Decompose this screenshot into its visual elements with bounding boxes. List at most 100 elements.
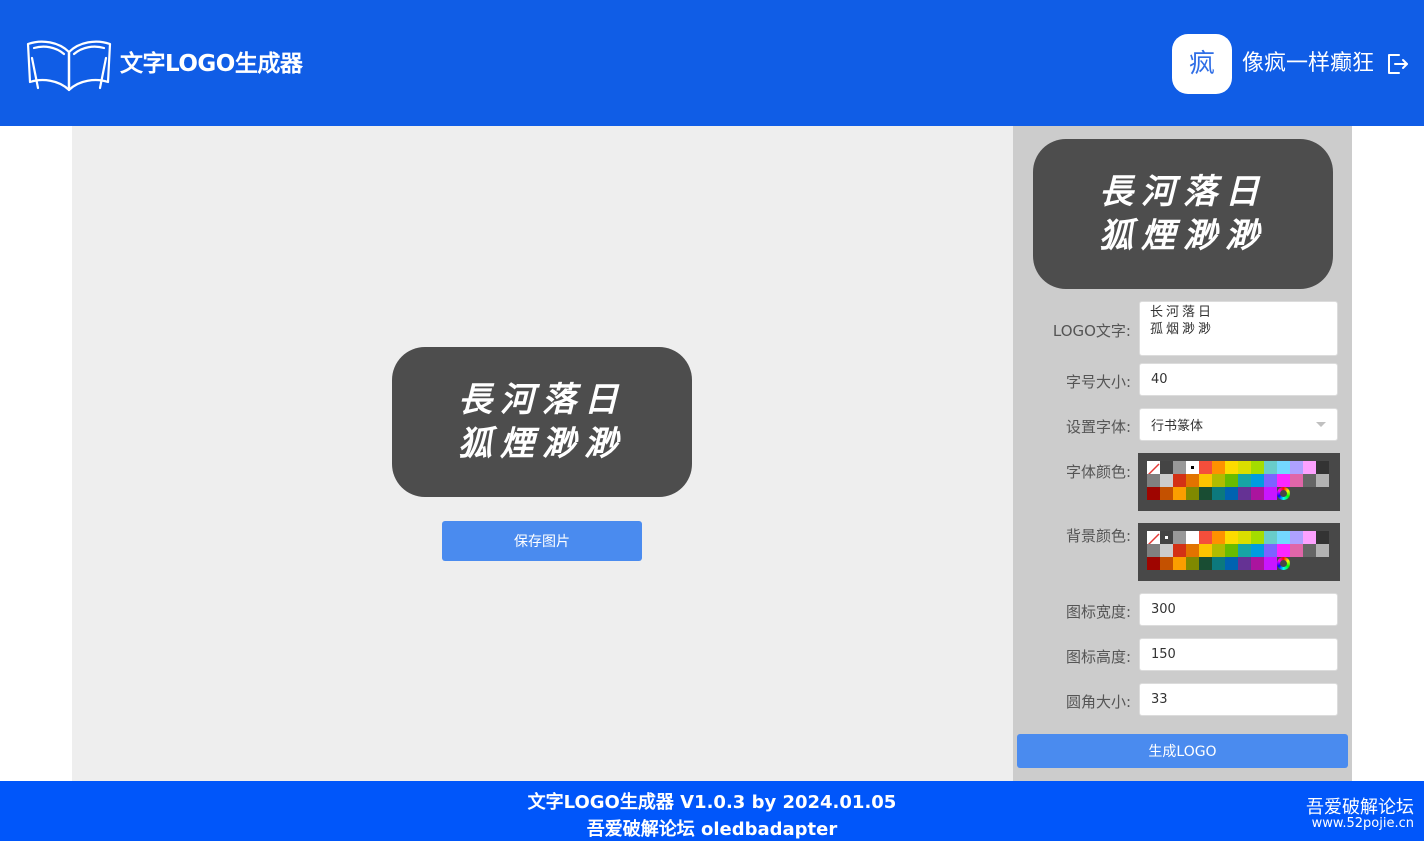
color-swatch[interactable] <box>1199 487 1212 500</box>
icon-width-label: 图标宽度: <box>1065 603 1131 621</box>
color-swatch[interactable] <box>1277 474 1290 487</box>
icon-height-input[interactable] <box>1139 638 1338 671</box>
color-swatch[interactable] <box>1277 461 1290 474</box>
generate-logo-button[interactable]: 生成LOGO <box>1017 734 1348 768</box>
color-swatch[interactable] <box>1290 544 1303 557</box>
color-swatch[interactable] <box>1225 544 1238 557</box>
color-swatch[interactable] <box>1264 474 1277 487</box>
color-swatch[interactable] <box>1199 531 1212 544</box>
color-swatch[interactable] <box>1277 544 1290 557</box>
color-swatch[interactable] <box>1238 544 1251 557</box>
user-name[interactable]: 像疯一样癫狂 <box>1242 48 1374 80</box>
color-swatch[interactable] <box>1160 461 1173 474</box>
color-swatch[interactable] <box>1199 544 1212 557</box>
swatch-row <box>1147 531 1340 546</box>
color-picker-swatch[interactable] <box>1277 557 1290 570</box>
color-swatch[interactable] <box>1212 544 1225 557</box>
color-swatch[interactable] <box>1186 474 1199 487</box>
color-swatch[interactable] <box>1147 487 1160 500</box>
color-swatch[interactable] <box>1147 474 1160 487</box>
color-swatch[interactable] <box>1316 474 1329 487</box>
color-swatch[interactable] <box>1251 474 1264 487</box>
color-swatch[interactable] <box>1238 531 1251 544</box>
color-swatch[interactable] <box>1264 461 1277 474</box>
color-swatch[interactable] <box>1212 461 1225 474</box>
color-swatch[interactable] <box>1212 474 1225 487</box>
color-swatch[interactable] <box>1199 557 1212 570</box>
color-swatch[interactable] <box>1186 461 1199 474</box>
color-swatch[interactable] <box>1199 474 1212 487</box>
color-swatch[interactable] <box>1199 461 1212 474</box>
color-swatch[interactable] <box>1173 557 1186 570</box>
selected-indicator <box>1191 466 1194 469</box>
color-swatch[interactable] <box>1212 487 1225 500</box>
color-swatch[interactable] <box>1264 557 1277 570</box>
color-swatch[interactable] <box>1303 461 1316 474</box>
color-swatch[interactable] <box>1225 474 1238 487</box>
color-swatch[interactable] <box>1303 544 1316 557</box>
color-swatch[interactable] <box>1212 531 1225 544</box>
color-swatch[interactable] <box>1160 557 1173 570</box>
color-swatch[interactable] <box>1238 474 1251 487</box>
color-swatch[interactable] <box>1290 474 1303 487</box>
font-family-select[interactable]: 行书篆体 <box>1139 408 1338 441</box>
color-swatch[interactable] <box>1173 474 1186 487</box>
color-swatch[interactable] <box>1251 557 1264 570</box>
save-image-button[interactable]: 保存图片 <box>442 521 642 561</box>
avatar[interactable]: 疯 <box>1172 34 1232 94</box>
color-swatch[interactable] <box>1225 461 1238 474</box>
color-swatch[interactable] <box>1212 557 1225 570</box>
color-swatch[interactable] <box>1251 461 1264 474</box>
color-swatch[interactable] <box>1316 531 1329 544</box>
selected-indicator <box>1165 536 1168 539</box>
color-swatch[interactable] <box>1173 461 1186 474</box>
color-swatch[interactable] <box>1264 487 1277 500</box>
color-swatch[interactable] <box>1238 487 1251 500</box>
color-swatch[interactable] <box>1303 531 1316 544</box>
color-swatch[interactable] <box>1173 544 1186 557</box>
color-swatch[interactable] <box>1251 544 1264 557</box>
color-swatch[interactable] <box>1264 531 1277 544</box>
no-color-swatch[interactable] <box>1147 461 1160 476</box>
color-swatch[interactable] <box>1225 557 1238 570</box>
color-swatch[interactable] <box>1316 461 1329 474</box>
icon-width-input[interactable] <box>1139 593 1338 626</box>
color-swatch[interactable] <box>1238 557 1251 570</box>
color-swatch[interactable] <box>1251 487 1264 500</box>
color-swatch[interactable] <box>1303 474 1316 487</box>
color-swatch[interactable] <box>1160 474 1173 487</box>
color-swatch[interactable] <box>1186 531 1199 544</box>
color-swatch[interactable] <box>1251 531 1264 544</box>
icon-height-label: 图标高度: <box>1065 648 1131 666</box>
color-swatch[interactable] <box>1277 531 1290 544</box>
corner-radius-input[interactable] <box>1139 683 1338 716</box>
font-color-label: 字体颜色: <box>1065 463 1131 481</box>
color-swatch[interactable] <box>1186 557 1199 570</box>
logo-text-input[interactable]: 长河落日 孤烟渺渺 <box>1139 301 1338 356</box>
logout-icon[interactable] <box>1385 52 1409 76</box>
color-swatch[interactable] <box>1186 487 1199 500</box>
color-swatch[interactable] <box>1264 544 1277 557</box>
color-swatch[interactable] <box>1186 544 1199 557</box>
font-size-input[interactable] <box>1139 363 1338 396</box>
color-swatch[interactable] <box>1290 531 1303 544</box>
color-swatch[interactable] <box>1147 557 1160 570</box>
color-swatch[interactable] <box>1290 461 1303 474</box>
color-swatch[interactable] <box>1173 531 1186 544</box>
color-swatch[interactable] <box>1173 487 1186 500</box>
preview-area: 長河落日 狐煙渺渺 保存图片 <box>72 126 1013 781</box>
color-swatch[interactable] <box>1316 544 1329 557</box>
app-footer: 文字LOGO生成器 V1.0.3 by 2024.01.05 吾爱破解论坛 ol… <box>0 781 1424 841</box>
color-swatch[interactable] <box>1225 531 1238 544</box>
color-swatch[interactable] <box>1160 487 1173 500</box>
no-color-swatch[interactable] <box>1147 531 1160 546</box>
color-swatch[interactable] <box>1160 531 1173 544</box>
color-picker-swatch[interactable] <box>1277 487 1290 500</box>
color-swatch[interactable] <box>1225 487 1238 500</box>
color-swatch[interactable] <box>1238 461 1251 474</box>
settings-panel: 長河落日 狐煙渺渺 LOGO文字: 长河落日 孤烟渺渺 字号大小: 设置字体: … <box>1013 126 1352 781</box>
color-swatch[interactable] <box>1160 544 1173 557</box>
swatch-row <box>1147 487 1340 500</box>
color-swatch[interactable] <box>1147 544 1160 557</box>
bg-color-palette <box>1138 523 1340 581</box>
